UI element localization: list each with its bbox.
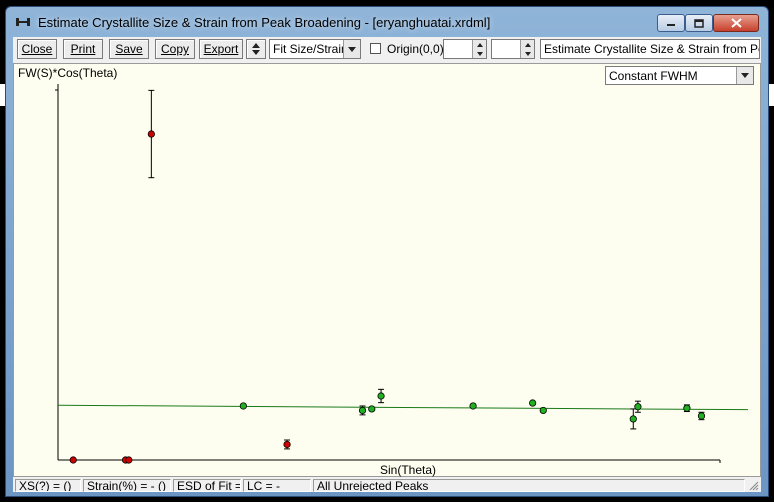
scatter-chart <box>55 84 749 464</box>
data-point <box>377 392 385 400</box>
close-window-button[interactable] <box>713 14 759 32</box>
status-lc: LC = - <box>243 479 311 492</box>
spin-down-icon[interactable] <box>472 49 486 58</box>
data-point <box>469 402 477 410</box>
origin-label: Origin(0,0) <box>387 42 444 56</box>
data-point <box>683 404 691 412</box>
data-point <box>697 412 706 420</box>
data-point <box>147 130 155 138</box>
maximize-button[interactable] <box>685 14 713 32</box>
data-point <box>529 399 537 407</box>
data-point <box>358 406 367 415</box>
data-point <box>629 415 637 423</box>
data-point <box>368 405 376 413</box>
origin-checkbox[interactable] <box>370 43 381 54</box>
resize-grip-icon[interactable] <box>749 481 759 491</box>
status-bar: XS(?) = () Strain(%) = - () ESD of Fit =… <box>13 478 761 492</box>
status-xs: XS(?) = () <box>15 479 81 492</box>
print-button[interactable]: Print <box>63 39 103 59</box>
window-title: Estimate Crystallite Size & Strain from … <box>38 15 491 30</box>
close-icon <box>730 18 742 28</box>
data-point <box>239 402 247 410</box>
data-point <box>634 403 642 411</box>
plot-area[interactable]: FW(S)*Cos(Theta) Constant FWHM Sin(Theta… <box>13 63 761 477</box>
up-down-arrows-icon <box>252 43 260 55</box>
fit-line <box>57 404 749 411</box>
minimize-button[interactable] <box>657 14 685 32</box>
fit-mode-value: Fit Size/Strain <box>273 42 348 56</box>
size-strain-window: Estimate Crystallite Size & Strain from … <box>5 6 769 497</box>
status-esd: ESD of Fit = <box>173 479 241 492</box>
status-strain: Strain(%) = - () <box>83 479 171 492</box>
app-icon <box>16 18 30 26</box>
fit-mode-select[interactable]: Fit Size/Strain <box>269 39 361 59</box>
data-point <box>539 406 547 415</box>
x-axis-label: Sin(Theta) <box>380 463 437 477</box>
data-point <box>125 456 133 464</box>
export-button[interactable]: Export <box>199 39 243 59</box>
maximize-icon <box>694 18 704 28</box>
data-point <box>69 456 77 464</box>
toolbar: Close Print Save Copy Export Fit Size/St… <box>13 37 761 61</box>
description-field[interactable]: Estimate Crystallite Size & Strain from … <box>540 39 760 59</box>
range-end-spinner[interactable] <box>491 39 535 59</box>
copy-button[interactable]: Copy <box>155 39 195 59</box>
close-button[interactable]: Close <box>17 39 57 59</box>
range-start-spinner[interactable] <box>443 39 487 59</box>
status-peaks: All Unrejected Peaks <box>313 479 745 492</box>
save-button[interactable]: Save <box>109 39 149 59</box>
move-updown-button[interactable] <box>246 39 266 59</box>
window-client-area: Close Print Save Copy Export Fit Size/St… <box>13 37 761 492</box>
data-point <box>283 440 291 449</box>
minimize-icon <box>667 24 675 26</box>
chevron-down-icon <box>343 40 360 58</box>
spin-down-icon[interactable] <box>520 49 534 58</box>
title-bar[interactable]: Estimate Crystallite Size & Strain from … <box>6 7 768 37</box>
